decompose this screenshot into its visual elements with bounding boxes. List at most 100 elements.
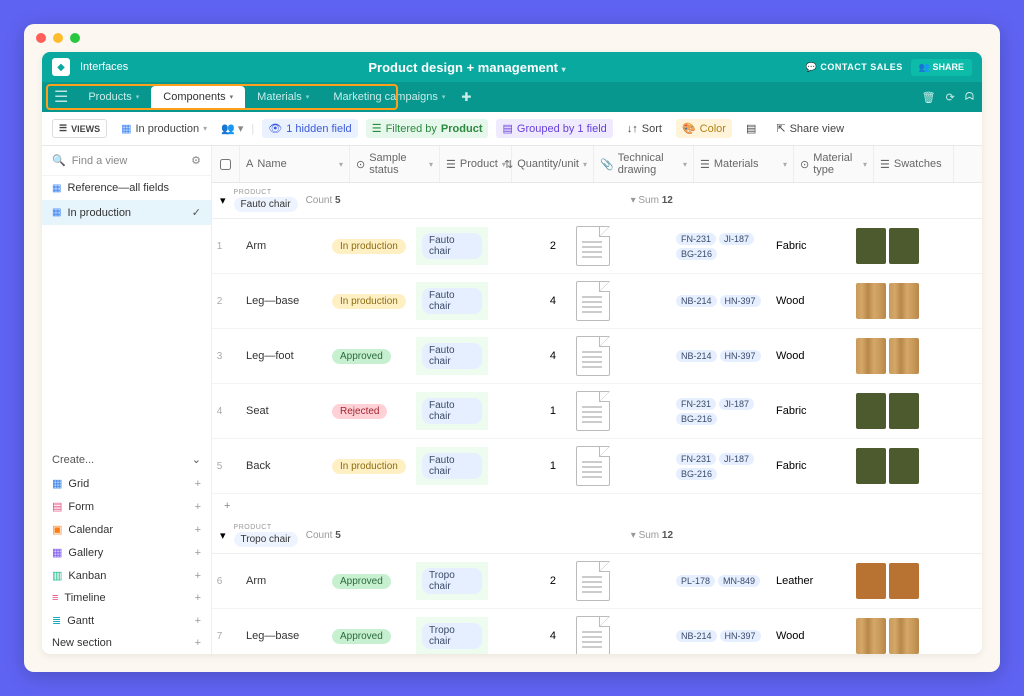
table-row[interactable]: 3Leg—footApprovedFauto chair4NB-214HN-39… xyxy=(212,329,982,384)
cell-materials[interactable]: PL-178MN-849 xyxy=(670,569,770,593)
views-button[interactable]: ☰ VIEWS xyxy=(52,119,107,138)
material-code[interactable]: NB-214 xyxy=(676,630,717,642)
cell-name[interactable]: Seat xyxy=(240,399,326,423)
cell-materials[interactable]: FN-231JI-187BG-216 xyxy=(670,447,770,486)
tab-marketing-campaigns[interactable]: Marketing campaigns ▾ xyxy=(321,86,457,108)
cell-swatches[interactable] xyxy=(850,612,930,654)
group-header[interactable]: ▾PRODUCTTropo chairCount 5▾ Sum 12 xyxy=(212,518,982,554)
material-code[interactable]: NB-214 xyxy=(676,350,717,362)
base-title[interactable]: Product design + management ▾ xyxy=(128,60,805,75)
cell-material-type[interactable]: Fabric xyxy=(770,399,850,423)
table-row[interactable]: 7Leg—baseApprovedTropo chair4NB-214HN-39… xyxy=(212,609,982,654)
close-dot[interactable] xyxy=(36,33,46,43)
add-table-button[interactable]: ✚ xyxy=(461,90,471,104)
cell-swatches[interactable] xyxy=(850,222,930,270)
cell-product[interactable]: Fauto chair xyxy=(416,227,488,265)
cell-status[interactable]: In production xyxy=(326,288,416,315)
view-item[interactable]: ▦Reference—all fields xyxy=(42,176,211,200)
col-header-product[interactable]: ☰ Product▾ xyxy=(440,146,512,182)
tab-materials[interactable]: Materials ▾ xyxy=(245,86,321,108)
col-header-quantity[interactable]: ⇅ Quantity/unit▾ xyxy=(512,146,594,182)
group-button[interactable]: ▤ Grouped by 1 field xyxy=(496,119,612,138)
cell-name[interactable]: Arm xyxy=(240,569,326,593)
material-code[interactable]: JI-187 xyxy=(719,453,754,465)
minimize-dot[interactable] xyxy=(53,33,63,43)
material-code[interactable]: PL-178 xyxy=(676,575,715,587)
cell-swatches[interactable] xyxy=(850,442,930,490)
cell-materials[interactable]: NB-214HN-397 xyxy=(670,344,770,368)
cell-status[interactable]: Rejected xyxy=(326,398,416,425)
col-header-name[interactable]: A Name▾ xyxy=(240,146,350,182)
select-all-checkbox[interactable] xyxy=(212,146,240,182)
material-code[interactable]: FN-231 xyxy=(676,453,716,465)
cell-technical-drawing[interactable] xyxy=(570,330,670,382)
cell-swatches[interactable] xyxy=(850,277,930,325)
cell-status[interactable]: Approved xyxy=(326,623,416,650)
cell-swatches[interactable] xyxy=(850,557,930,605)
row-height-button[interactable]: ▤ xyxy=(740,119,762,138)
cell-name[interactable]: Leg—base xyxy=(240,289,326,313)
app-logo-icon[interactable]: ◆ xyxy=(52,58,70,76)
people-icon[interactable]: ᗣ xyxy=(965,91,974,104)
material-code[interactable]: FN-231 xyxy=(676,233,716,245)
table-row[interactable]: 6ArmApprovedTropo chair2PL-178MN-849Leat… xyxy=(212,554,982,609)
cell-technical-drawing[interactable] xyxy=(570,440,670,492)
cell-materials[interactable]: FN-231JI-187BG-216 xyxy=(670,392,770,431)
sort-button[interactable]: ↓↑ Sort xyxy=(621,120,668,138)
find-view-input[interactable]: 🔍 Find a view ⚙ xyxy=(42,146,211,176)
collapse-icon[interactable]: ▾ xyxy=(220,194,226,207)
cell-quantity[interactable]: 4 xyxy=(488,624,570,648)
material-code[interactable]: JI-187 xyxy=(719,398,754,410)
cell-material-type[interactable]: Fabric xyxy=(770,234,850,258)
cell-material-type[interactable]: Leather xyxy=(770,569,850,593)
cell-technical-drawing[interactable] xyxy=(570,275,670,327)
tab-products[interactable]: Products ▾ xyxy=(76,86,151,108)
cell-product[interactable]: Tropo chair xyxy=(416,562,488,600)
cell-status[interactable]: Approved xyxy=(326,568,416,595)
new-section-button[interactable]: New section+ xyxy=(42,632,211,654)
cell-quantity[interactable]: 2 xyxy=(488,234,570,258)
col-header-technical-drawing[interactable]: 📎 Technical drawing▾ xyxy=(594,146,694,182)
material-code[interactable]: JI-187 xyxy=(719,233,754,245)
table-row[interactable]: 4SeatRejectedFauto chair1FN-231JI-187BG-… xyxy=(212,384,982,439)
cell-status[interactable]: In production xyxy=(326,453,416,480)
interfaces-link[interactable]: Interfaces xyxy=(80,61,128,73)
collapse-icon[interactable]: ▾ xyxy=(220,529,226,542)
cell-material-type[interactable]: Fabric xyxy=(770,454,850,478)
material-code[interactable]: BG-216 xyxy=(676,413,717,425)
cell-product[interactable]: Fauto chair xyxy=(416,392,488,430)
filter-button[interactable]: ☰ Filtered by Product xyxy=(366,119,489,138)
cell-technical-drawing[interactable] xyxy=(570,610,670,654)
create-calendar[interactable]: ▣Calendar+ xyxy=(42,518,211,541)
view-item[interactable]: ▦In production✓ xyxy=(42,200,211,225)
cell-swatches[interactable] xyxy=(850,332,930,380)
cell-quantity[interactable]: 4 xyxy=(488,289,570,313)
col-header-material-type[interactable]: ⊙ Material type▾ xyxy=(794,146,874,182)
menu-icon[interactable]: ☰ xyxy=(54,87,68,107)
cell-materials[interactable]: NB-214HN-397 xyxy=(670,624,770,648)
gear-icon[interactable]: ⚙ xyxy=(191,154,201,167)
material-code[interactable]: NB-214 xyxy=(676,295,717,307)
cell-technical-drawing[interactable] xyxy=(570,220,670,272)
material-code[interactable]: MN-849 xyxy=(718,575,760,587)
collaborators-icon[interactable]: 👥 ▾ xyxy=(221,122,243,135)
col-header-swatches[interactable]: ☰ Swatches xyxy=(874,146,954,182)
share-button[interactable]: 👥 SHARE xyxy=(911,59,972,76)
cell-quantity[interactable]: 1 xyxy=(488,399,570,423)
material-code[interactable]: BG-216 xyxy=(676,248,717,260)
create-form[interactable]: ▤Form+ xyxy=(42,495,211,518)
view-selector[interactable]: ▦ In production ▾ xyxy=(115,119,213,138)
cell-name[interactable]: Leg—base xyxy=(240,624,326,648)
create-header[interactable]: Create...⌄ xyxy=(42,447,211,472)
trash-icon[interactable]: 🗑 xyxy=(922,91,936,104)
cell-materials[interactable]: FN-231JI-187BG-216 xyxy=(670,227,770,266)
table-row[interactable]: 1ArmIn productionFauto chair2FN-231JI-18… xyxy=(212,219,982,274)
cell-name[interactable]: Arm xyxy=(240,234,326,258)
cell-product[interactable]: Fauto chair xyxy=(416,282,488,320)
cell-technical-drawing[interactable] xyxy=(570,385,670,437)
group-header[interactable]: ▾PRODUCTFauto chairCount 5▾ Sum 12 xyxy=(212,183,982,219)
cell-status[interactable]: Approved xyxy=(326,343,416,370)
cell-materials[interactable]: NB-214HN-397 xyxy=(670,289,770,313)
create-kanban[interactable]: ▥Kanban+ xyxy=(42,564,211,587)
cell-product[interactable]: Fauto chair xyxy=(416,337,488,375)
